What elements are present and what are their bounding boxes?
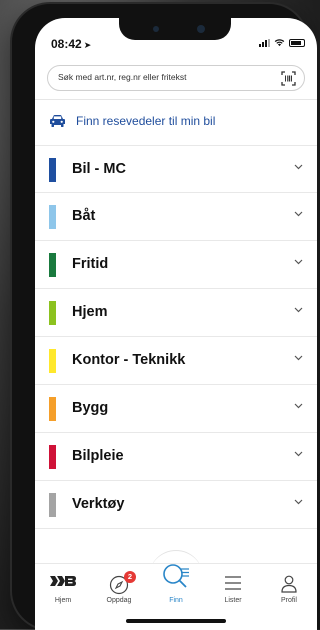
category-color-bar — [49, 349, 56, 373]
chevron-down-icon — [294, 403, 303, 409]
wifi-icon — [274, 39, 285, 47]
chevron-down-icon — [294, 355, 303, 361]
system-icons — [259, 38, 305, 47]
chevron-down-icon — [294, 259, 303, 265]
category-item[interactable]: Bil - MC — [35, 145, 317, 193]
chevron-down-icon — [294, 499, 303, 505]
find-parts-link[interactable]: Finn resevedeler til min bil — [49, 114, 215, 128]
chevron-down-icon — [294, 164, 303, 170]
tab-label: Profil — [281, 597, 297, 604]
list-icon — [225, 576, 241, 590]
car-icon — [50, 115, 65, 127]
category-label: Verktøy — [72, 496, 125, 512]
category-color-bar — [49, 253, 56, 277]
category-item[interactable]: Kontor - Teknikk — [35, 337, 317, 385]
search-input[interactable] — [58, 72, 268, 82]
category-item[interactable]: Fritid — [35, 241, 317, 289]
tab-lister[interactable]: Lister — [205, 564, 261, 624]
category-color-bar — [49, 205, 56, 229]
status-time: 08:42 ➤ — [51, 37, 92, 51]
category-list: Bil - MC Båt Fritid Hjem Kontor - Teknik — [35, 145, 317, 529]
find-parts-label: Finn resevedeler til min bil — [76, 114, 216, 128]
category-label: Bilpleie — [72, 448, 124, 464]
chevron-down-icon — [294, 307, 303, 313]
tab-oppdag[interactable]: 2 Oppdag — [91, 564, 147, 624]
category-color-bar — [49, 301, 56, 325]
category-label: Bil - MC — [72, 161, 126, 177]
barcode-scan-icon[interactable] — [281, 71, 296, 86]
battery-icon — [289, 38, 305, 47]
location-icon: ➤ — [83, 40, 92, 50]
category-label: Bygg — [72, 400, 109, 416]
signal-icon — [259, 38, 270, 47]
category-color-bar — [49, 397, 56, 421]
compass-wrap: 2 — [109, 571, 136, 595]
phone-notch — [119, 18, 231, 40]
category-label: Fritid — [72, 256, 109, 272]
category-color-bar — [49, 493, 56, 517]
tab-label: Lister — [224, 597, 242, 604]
biltema-logo-icon — [50, 576, 76, 586]
category-item[interactable]: Verktøy — [35, 481, 317, 529]
category-label: Hjem — [72, 304, 108, 320]
phone-frame: 08:42➤ Finn resevedeler — [12, 4, 317, 630]
chevron-down-icon — [294, 211, 303, 217]
tab-hjem[interactable]: Hjem — [35, 564, 91, 624]
notification-badge: 2 — [124, 571, 136, 583]
category-color-bar — [49, 158, 56, 182]
category-color-bar — [49, 445, 56, 469]
person-icon — [281, 575, 297, 593]
search-list-icon — [163, 564, 189, 588]
search-bar[interactable] — [47, 65, 305, 91]
tab-label: Hjem — [54, 597, 72, 604]
category-label: Kontor - Teknikk — [72, 352, 186, 368]
app-screen: 08:42➤ Finn resevedeler — [35, 18, 317, 630]
chevron-down-icon — [294, 451, 303, 457]
category-item[interactable]: Båt — [35, 193, 317, 241]
home-indicator — [126, 619, 226, 623]
category-item[interactable]: Bilpleie — [35, 433, 317, 481]
tab-label: Finn — [169, 597, 183, 604]
tab-profil[interactable]: Profil — [261, 564, 317, 624]
category-label: Båt — [72, 208, 96, 224]
category-item[interactable]: Hjem — [35, 289, 317, 337]
tab-label: Oppdag — [106, 597, 132, 604]
tab-finn[interactable]: Finn — [148, 564, 204, 624]
category-item[interactable]: Bygg — [35, 385, 317, 433]
divider — [35, 99, 317, 100]
